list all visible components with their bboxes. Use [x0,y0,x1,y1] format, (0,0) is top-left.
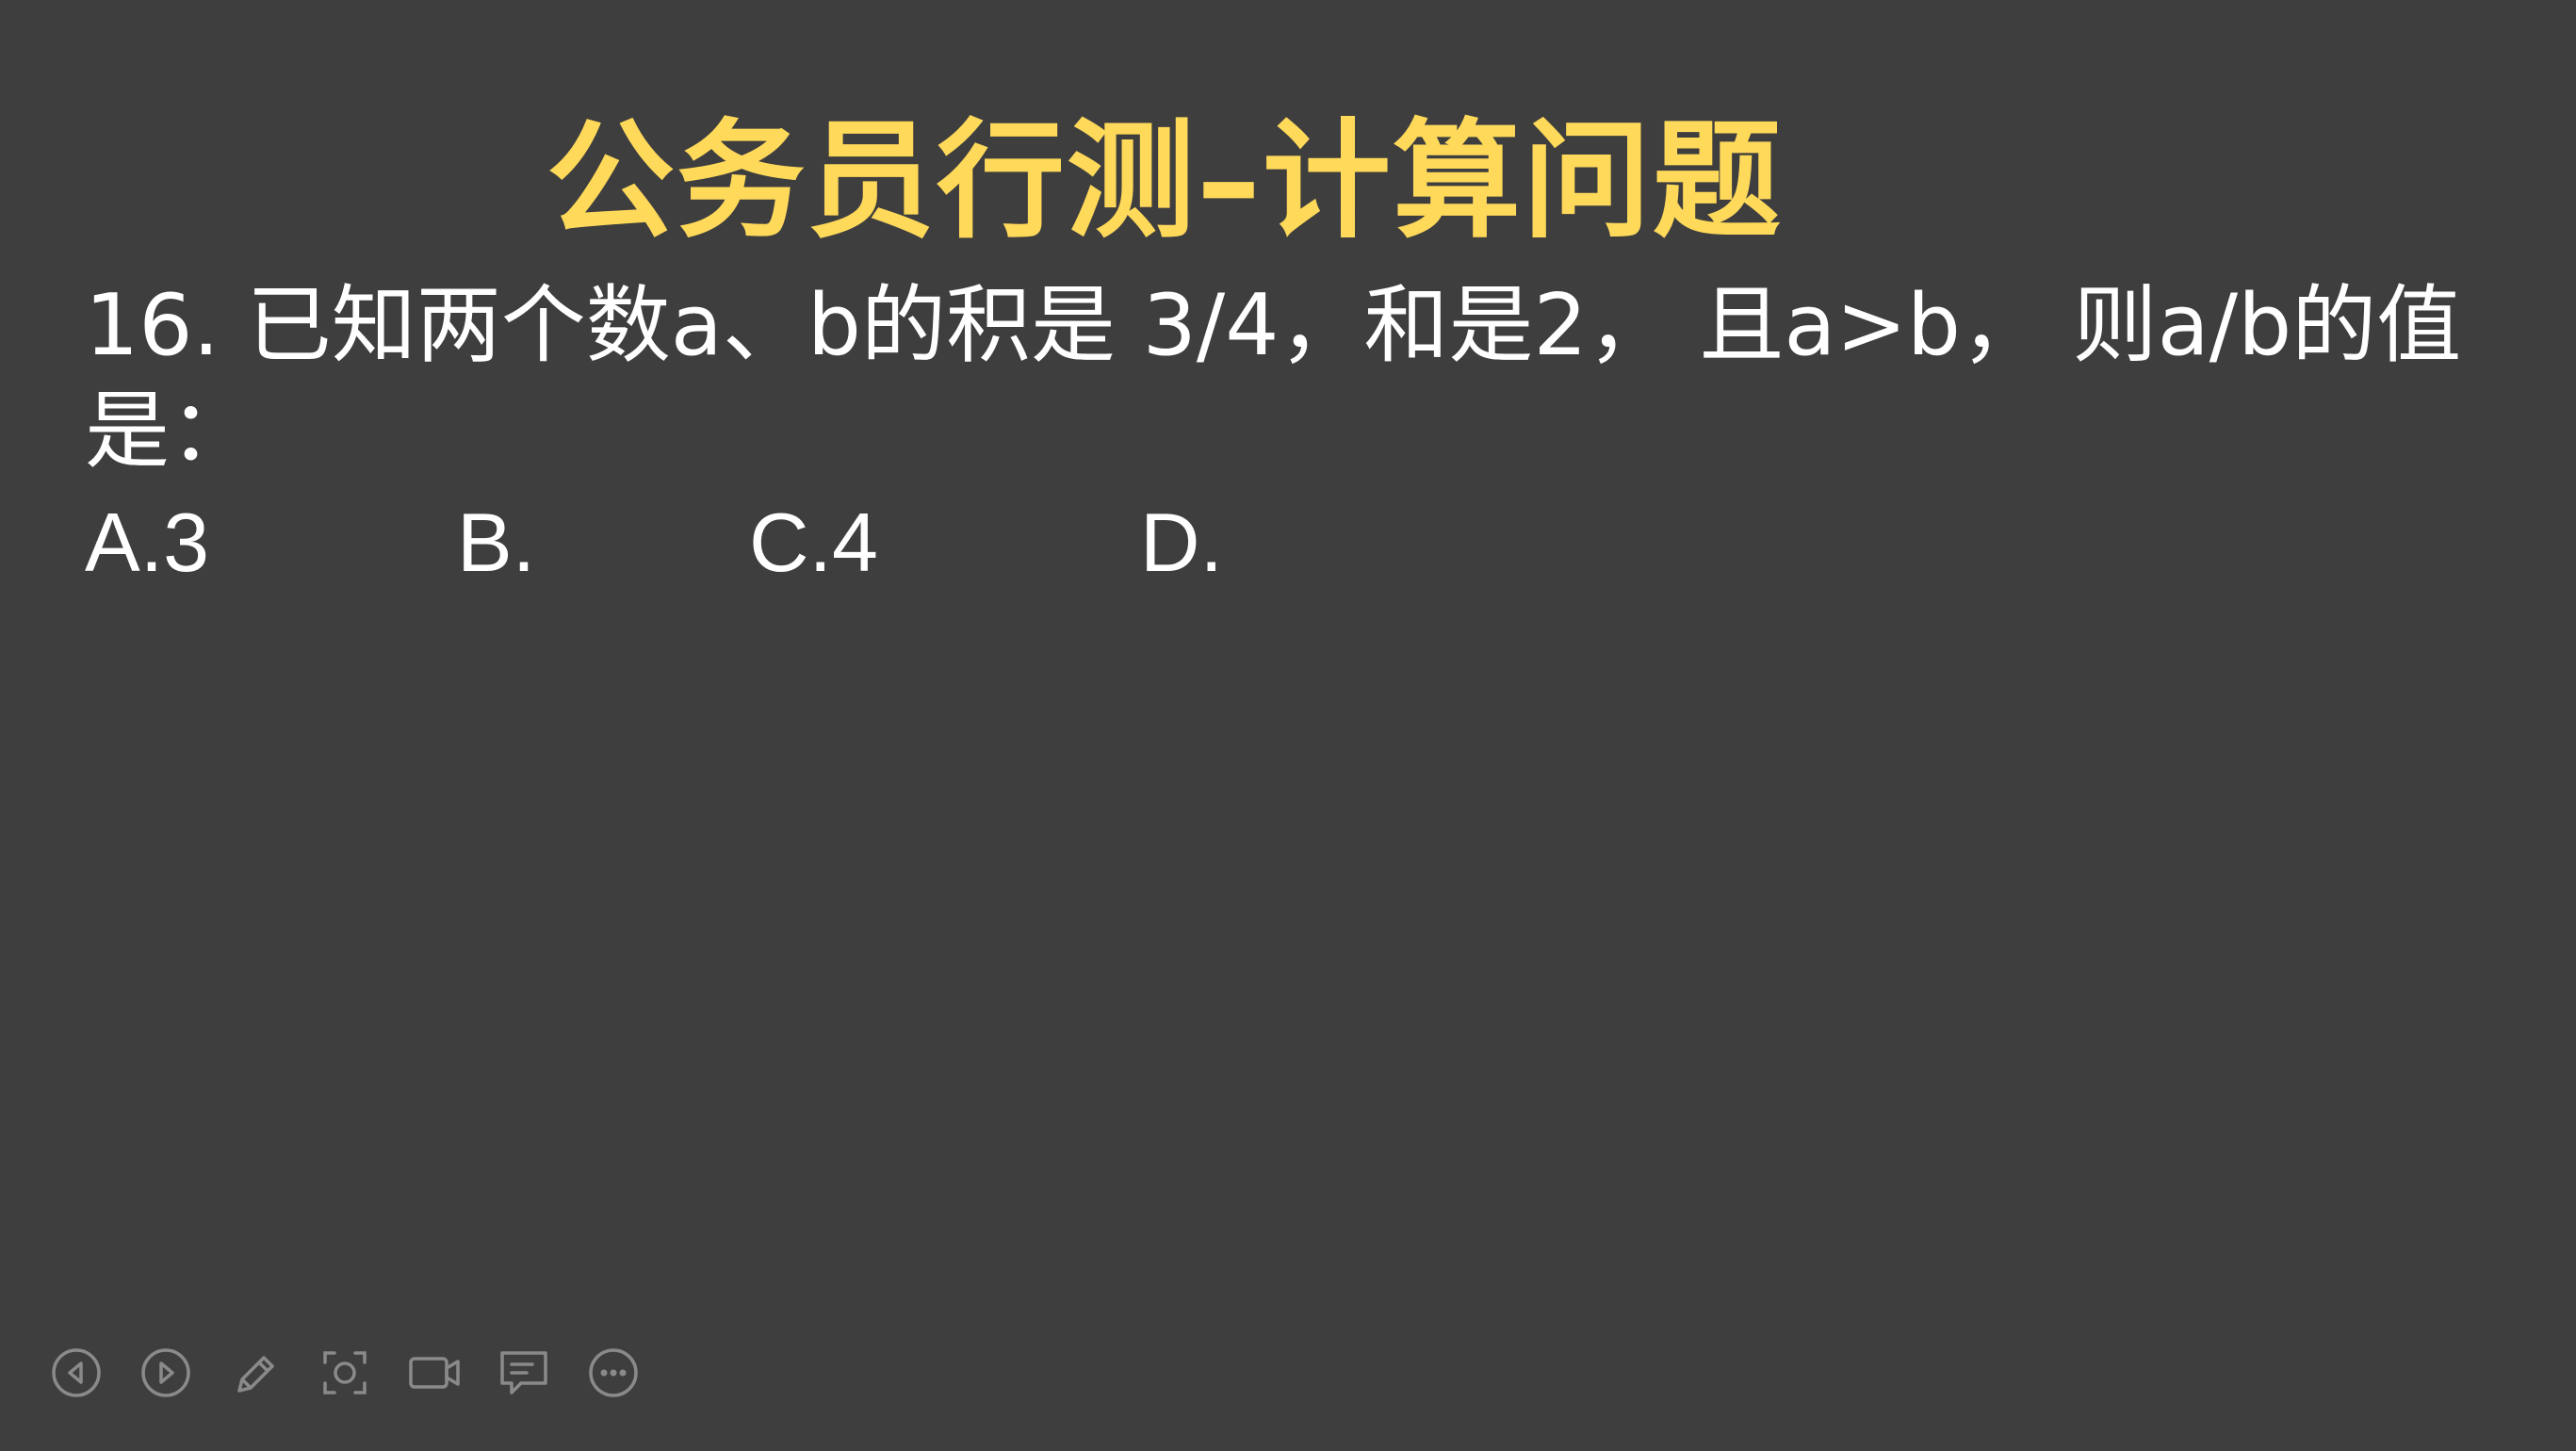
screenshot-icon [323,1351,367,1394]
option-c: C.4 [749,496,878,589]
pen-icon [237,1356,274,1393]
slide-title: 公务员行测–计算问题 [546,107,1783,256]
answer-options: A.3 B. C.4 D. [85,490,1404,595]
next-icon [141,1348,190,1397]
more-icon [589,1348,638,1397]
previous-button[interactable] [47,1344,106,1402]
camera-button[interactable] [405,1344,464,1402]
option-d: D. [1140,496,1223,589]
pen-button[interactable] [226,1344,285,1402]
comment-icon [500,1351,547,1394]
screenshot-button[interactable] [316,1344,374,1402]
presentation-slide: 公务员行测–计算问题 16. 已知两个数a、b的积是 3/4，和是2， 且a>b… [0,0,2576,1451]
presentation-toolbar [47,1344,650,1402]
next-button[interactable] [137,1344,195,1402]
option-b: B. [457,496,536,589]
camera-icon [409,1357,460,1389]
previous-icon [52,1348,101,1397]
option-a: A.3 [85,496,210,589]
more-button[interactable] [584,1344,643,1402]
comment-button[interactable] [495,1344,553,1402]
question-text: 16. 已知两个数a、b的积是 3/4，和是2， 且a>b， 则a/b的值是： [85,276,2462,481]
